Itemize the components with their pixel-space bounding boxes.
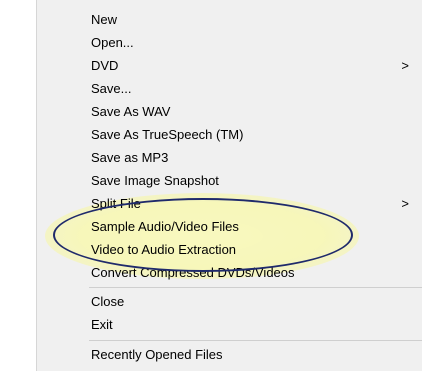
- menu-item-close[interactable]: Close: [37, 290, 422, 313]
- menu-item-label: Sample Audio/Video Files: [91, 219, 239, 234]
- menu-item-label: Save As TrueSpeech (TM): [91, 127, 244, 142]
- menu-item-label: Save as MP3: [91, 150, 169, 165]
- menu-item-label: DVD: [91, 58, 119, 73]
- menu-item-save-as-truespeech[interactable]: Save As TrueSpeech (TM): [37, 123, 422, 146]
- menu-item-label: Open...: [91, 35, 134, 50]
- menu-item-label: Save...: [91, 81, 132, 96]
- menu-item-open[interactable]: Open...: [37, 31, 422, 54]
- menu-item-sample-audio-video-files[interactable]: Sample Audio/Video Files: [37, 215, 422, 238]
- menu-item-label: Close: [91, 294, 125, 309]
- menu-item-new[interactable]: New: [37, 8, 422, 31]
- menu-item-exit[interactable]: Exit: [37, 313, 422, 336]
- menu-item-save[interactable]: Save...: [37, 77, 422, 100]
- menu-item-save-image-snapshot[interactable]: Save Image Snapshot: [37, 169, 422, 192]
- menu-item-label: Video to Audio Extraction: [91, 242, 237, 257]
- submenu-arrow-icon: >: [401, 58, 409, 73]
- menu-item-split-file[interactable]: Split File >: [37, 192, 422, 215]
- menu-item-label: Save Image Snapshot: [91, 173, 219, 188]
- submenu-arrow-icon: >: [401, 196, 409, 211]
- menu-item-label: Save As WAV: [91, 104, 171, 119]
- menu-item-label: Split File: [91, 196, 141, 211]
- menu-item-recently-opened-files[interactable]: Recently Opened Files: [37, 343, 422, 366]
- menu-separator: [89, 340, 422, 341]
- menu-item-label: New: [91, 12, 118, 27]
- menu-item-save-as-mp3[interactable]: Save as MP3: [37, 146, 422, 169]
- menu-item-save-as-wav[interactable]: Save As WAV: [37, 100, 422, 123]
- menu-item-convert-compressed-dvds-videos[interactable]: Convert Compressed DVDs/Videos: [37, 261, 422, 284]
- screenshot-stage: New Open... DVD > Save... Save As WAV Sa…: [0, 0, 422, 371]
- menu-item-label: Recently Opened Files: [91, 347, 223, 362]
- menu-item-dvd[interactable]: DVD >: [37, 54, 422, 77]
- menu-item-video-to-audio-extraction[interactable]: Video to Audio Extraction: [37, 238, 422, 261]
- menu-item-label: Convert Compressed DVDs/Videos: [91, 265, 295, 280]
- file-menu: New Open... DVD > Save... Save As WAV Sa…: [36, 0, 422, 371]
- menu-item-label: Exit: [91, 317, 113, 332]
- menu-separator: [89, 287, 422, 288]
